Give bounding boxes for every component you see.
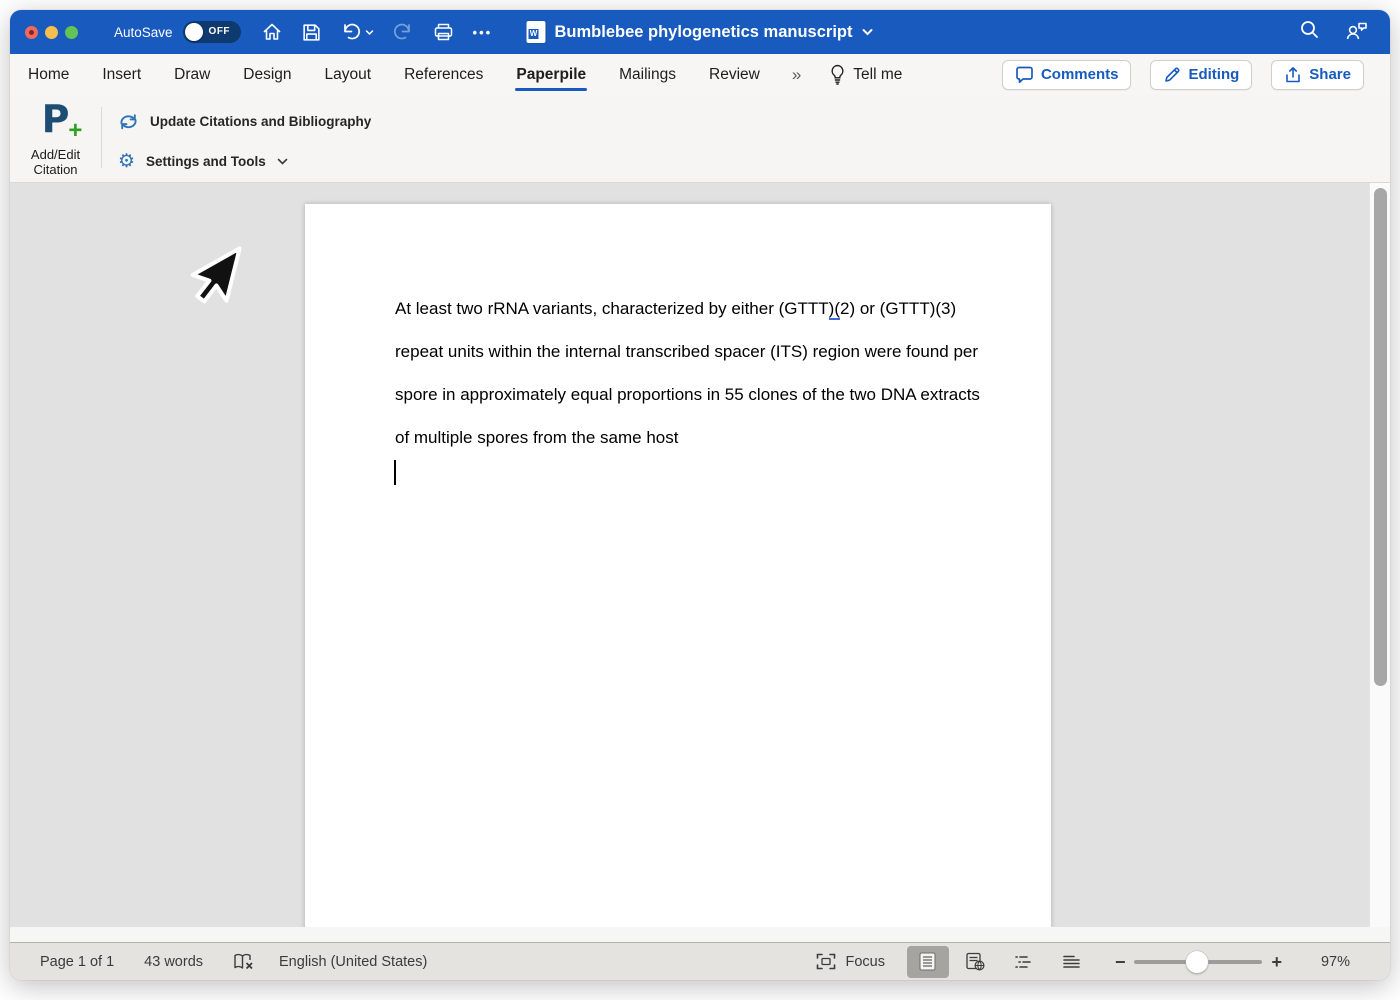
zoom-out-button[interactable]: − <box>1115 953 1126 971</box>
settings-and-tools-button[interactable]: ⚙ Settings and Tools <box>118 147 288 175</box>
draft-view-button[interactable] <box>1051 946 1093 978</box>
text-line-3: spore in approximately equal proportions… <box>395 373 961 416</box>
tell-me[interactable]: Tell me <box>830 64 902 85</box>
minimize-window-button[interactable] <box>45 26 58 39</box>
paperpile-logo-icon: P + <box>42 97 70 145</box>
zoom-in-button[interactable]: + <box>1271 953 1282 971</box>
more-commands-icon[interactable]: ••• <box>473 25 493 40</box>
autosave-toggle-knob <box>185 23 203 41</box>
document-text: At least two rRNA variants, characterize… <box>395 287 961 459</box>
tab-review[interactable]: Review <box>708 57 761 93</box>
undo-icon[interactable] <box>340 21 362 43</box>
tab-overflow-chevrons[interactable]: » <box>792 65 799 85</box>
title-chevron-down-icon <box>861 28 873 36</box>
mouse-cursor-arrow <box>186 241 248 338</box>
text-caret <box>394 460 396 485</box>
line1-post: 2) or (GTTT)(3) <box>840 299 956 318</box>
language-status[interactable]: English (United States) <box>279 954 427 970</box>
tab-home[interactable]: Home <box>27 57 70 93</box>
editing-button-label: Editing <box>1188 66 1239 83</box>
zoom-slider-thumb[interactable] <box>1186 951 1208 973</box>
tab-references[interactable]: References <box>403 57 484 93</box>
share-icon <box>1284 66 1302 84</box>
zoom-slider-track[interactable] <box>1134 960 1262 964</box>
text-line-1: At least two rRNA variants, characterize… <box>395 287 961 330</box>
focus-button[interactable]: Focus <box>816 953 885 970</box>
tab-mailings[interactable]: Mailings <box>618 57 677 93</box>
comments-button-label: Comments <box>1041 66 1119 83</box>
share-button[interactable]: Share <box>1271 60 1364 90</box>
document-canvas: At least two rRNA variants, characterize… <box>10 183 1390 927</box>
document-title-menu[interactable]: W Bumblebee phylogenetics manuscript <box>527 10 874 54</box>
zoom-window-button[interactable] <box>65 26 78 39</box>
outline-view-icon <box>1014 954 1033 970</box>
paperpile-logo-plus: + <box>68 121 82 141</box>
autosave-label: AutoSave <box>114 25 173 40</box>
document-page[interactable]: At least two rRNA variants, characterize… <box>305 204 1051 927</box>
pencil-icon <box>1163 66 1181 84</box>
autosave-toggle[interactable]: OFF <box>183 21 241 43</box>
line1-pre: At least two rRNA variants, characterize… <box>395 299 829 318</box>
title-bar: AutoSave OFF <box>10 10 1390 54</box>
web-layout-view-button[interactable] <box>955 946 997 978</box>
ribbon-group-divider <box>101 107 102 168</box>
vertical-scrollbar-thumb[interactable] <box>1374 188 1387 686</box>
proofing-status-icon[interactable] <box>233 952 255 971</box>
print-layout-icon <box>919 952 936 971</box>
focus-icon <box>816 953 836 970</box>
view-switcher <box>907 946 1093 978</box>
tell-me-label: Tell me <box>853 66 902 84</box>
text-line-2: repeat units within the internal transcr… <box>395 330 961 373</box>
search-icon[interactable] <box>1299 19 1320 45</box>
tab-design[interactable]: Design <box>242 57 292 93</box>
tab-insert[interactable]: Insert <box>101 57 142 93</box>
lightbulb-icon <box>830 64 845 85</box>
print-icon[interactable] <box>432 21 455 43</box>
ribbon-tab-row: Home Insert Draw Design Layout Reference… <box>10 54 1390 95</box>
web-layout-icon <box>966 952 985 971</box>
paperpile-ribbon: P + Add/Edit Citation Update Citations a… <box>10 95 1390 183</box>
refresh-icon <box>118 112 139 131</box>
tab-draw[interactable]: Draw <box>173 57 211 93</box>
word-count-status[interactable]: 43 words <box>144 954 203 970</box>
vertical-scrollbar[interactable] <box>1369 183 1390 927</box>
editing-button[interactable]: Editing <box>1150 60 1252 90</box>
comments-button[interactable]: Comments <box>1002 60 1132 90</box>
save-icon[interactable] <box>301 22 322 43</box>
add-edit-citation-label: Add/Edit Citation <box>31 147 80 177</box>
autosave-state: OFF <box>209 26 231 37</box>
gear-icon: ⚙ <box>118 152 135 171</box>
home-icon[interactable] <box>261 21 283 43</box>
settings-and-tools-label: Settings and Tools <box>146 154 266 169</box>
comment-icon <box>1015 66 1034 84</box>
print-layout-view-button[interactable] <box>907 946 949 978</box>
settings-chevron-down-icon <box>277 158 288 165</box>
redo-icon <box>392 21 414 43</box>
paperpile-logo-letter: P <box>42 97 70 141</box>
add-edit-citation-button[interactable]: P + Add/Edit Citation <box>10 95 101 183</box>
grammar-check-underline[interactable]: )( <box>829 299 840 320</box>
zoom-control: − + <box>1115 953 1282 971</box>
focus-label: Focus <box>845 954 885 970</box>
word-document-icon: W <box>527 21 546 43</box>
outline-view-button[interactable] <box>1003 946 1045 978</box>
word-window: AutoSave OFF <box>10 10 1390 980</box>
update-citations-label: Update Citations and Bibliography <box>150 114 371 129</box>
page-count-status[interactable]: Page 1 of 1 <box>40 954 114 970</box>
update-citations-button[interactable]: Update Citations and Bibliography <box>118 107 371 135</box>
status-bar: Page 1 of 1 43 words English (United Sta… <box>10 942 1390 980</box>
document-title: Bumblebee phylogenetics manuscript <box>555 23 853 42</box>
draft-view-icon <box>1062 954 1081 970</box>
bottom-strip <box>10 927 1390 942</box>
traffic-lights <box>25 26 78 39</box>
text-line-4: of multiple spores from the same host <box>395 416 961 459</box>
people-presence-icon[interactable] <box>1344 19 1370 46</box>
tab-layout[interactable]: Layout <box>324 57 373 93</box>
zoom-percentage[interactable]: 97% <box>1306 954 1350 970</box>
share-button-label: Share <box>1309 66 1351 83</box>
close-window-button[interactable] <box>25 26 38 39</box>
tab-paperpile[interactable]: Paperpile <box>515 57 587 93</box>
undo-dropdown-chevron-icon[interactable] <box>365 29 374 36</box>
